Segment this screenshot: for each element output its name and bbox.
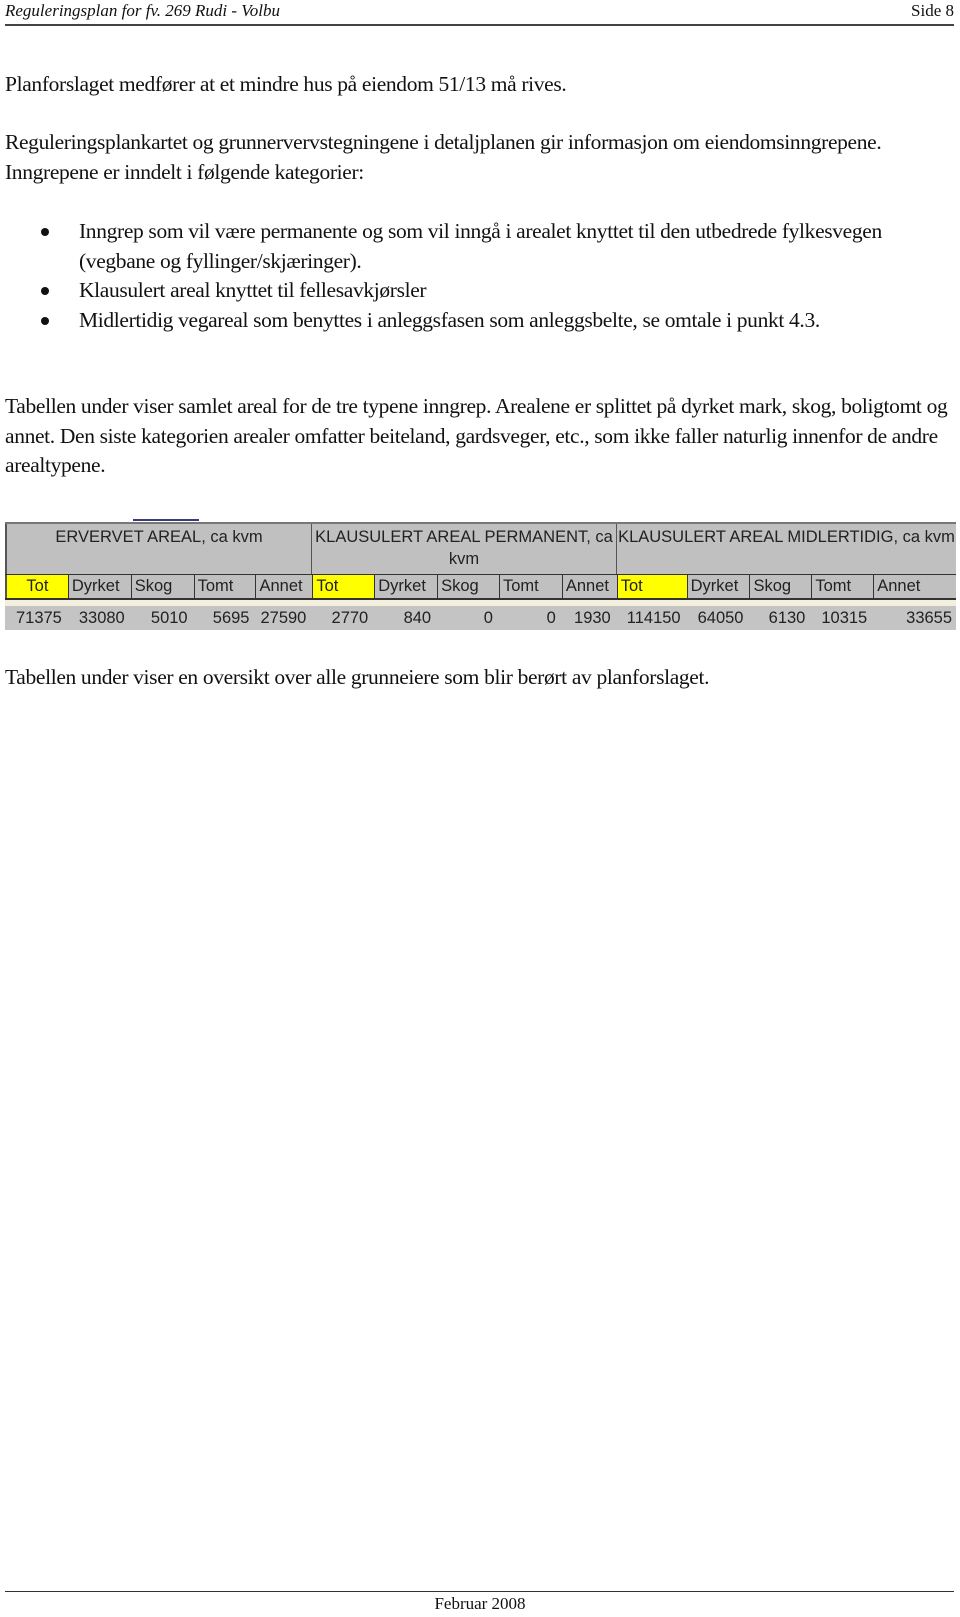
table-cell: 71375 <box>15 609 62 627</box>
column-header: Tomt <box>195 575 257 598</box>
category-list: Inngrep som vil være permanente og som v… <box>5 217 955 335</box>
column-header: Skog <box>132 575 195 598</box>
paragraph-table-intro: Tabellen under viser samlet areal for de… <box>5 394 948 477</box>
bullet-icon <box>41 287 49 295</box>
column-header: Tot <box>313 575 376 598</box>
table-column-header-row: Tot Dyrket Skog Tomt Annet Tot Dyrket Sk… <box>5 574 956 600</box>
column-header: Annet <box>877 577 921 595</box>
paragraph-categories-intro: Reguleringsplankartet og grunnervervsteg… <box>5 130 882 184</box>
table-cell: 0 <box>546 609 556 627</box>
column-header: Annet <box>563 575 618 598</box>
table-cell: 33655 <box>906 609 953 627</box>
column-header: Tomt <box>500 575 563 598</box>
list-item: Inngrep som vil være permanente og som v… <box>5 217 955 276</box>
table-group-header-row: ERVERVET AREAL, ca kvm KLAUSULERT AREAL … <box>5 522 956 574</box>
table-cell: 64050 <box>697 609 744 627</box>
column-header: Tomt <box>812 575 875 598</box>
table-cell: 2770 <box>331 609 369 627</box>
table-cell: 10315 <box>821 609 868 627</box>
column-header: Tot <box>5 575 69 598</box>
column-header: Dyrket <box>375 575 439 598</box>
table-cell: 114150 <box>626 609 681 627</box>
column-header: Skog <box>438 575 500 598</box>
page-header: Reguleringsplan for fv. 269 Rudi - Volbu… <box>5 0 954 26</box>
table-cell: 1930 <box>574 609 611 627</box>
footer-date: Februar 2008 <box>434 1594 526 1613</box>
group-header-klausulert-midlertidig: KLAUSULERT AREAL MIDLERTIDIG, ca kvm <box>618 528 955 546</box>
bullet-icon <box>41 228 49 236</box>
table-row: 71375 33080 5010 5695 27590 2770 840 0 0… <box>5 606 956 630</box>
table-cell: 6130 <box>768 609 806 627</box>
table-cell: 27590 <box>260 609 307 627</box>
table-cell: 5695 <box>212 609 250 627</box>
area-table: ERVERVET AREAL, ca kvm KLAUSULERT AREAL … <box>5 519 956 630</box>
table-cell: 33080 <box>78 609 125 627</box>
paragraph-landowners-intro: Tabellen under viser en oversikt over al… <box>5 665 710 689</box>
footer-divider <box>5 1591 954 1592</box>
column-header: Tot <box>617 575 688 598</box>
column-header: Dyrket <box>688 575 751 598</box>
column-header: Annet <box>256 575 314 598</box>
table-cell: 5010 <box>150 609 188 627</box>
list-item: Midlertidig vegareal som benyttes i anle… <box>5 306 955 336</box>
paragraph-demolition: Planforslaget medfører at et mindre hus … <box>5 72 567 96</box>
list-item: Klausulert areal knyttet til fellesavkjø… <box>5 276 955 306</box>
page-number: Side 8 <box>911 1 954 20</box>
bullet-icon <box>41 316 49 325</box>
group-header-ervervet: ERVERVET AREAL, ca kvm <box>5 524 312 574</box>
table-top-mark <box>133 519 199 521</box>
table-cell: 0 <box>483 609 493 627</box>
column-header: Skog <box>750 575 813 598</box>
column-header: Dyrket <box>69 575 132 598</box>
document-title: Reguleringsplan for fv. 269 Rudi - Volbu <box>5 1 280 20</box>
group-header-klausulert-permanent: KLAUSULERT AREAL PERMANENT, ca kvm <box>312 524 617 574</box>
table-cell: 840 <box>403 609 432 627</box>
